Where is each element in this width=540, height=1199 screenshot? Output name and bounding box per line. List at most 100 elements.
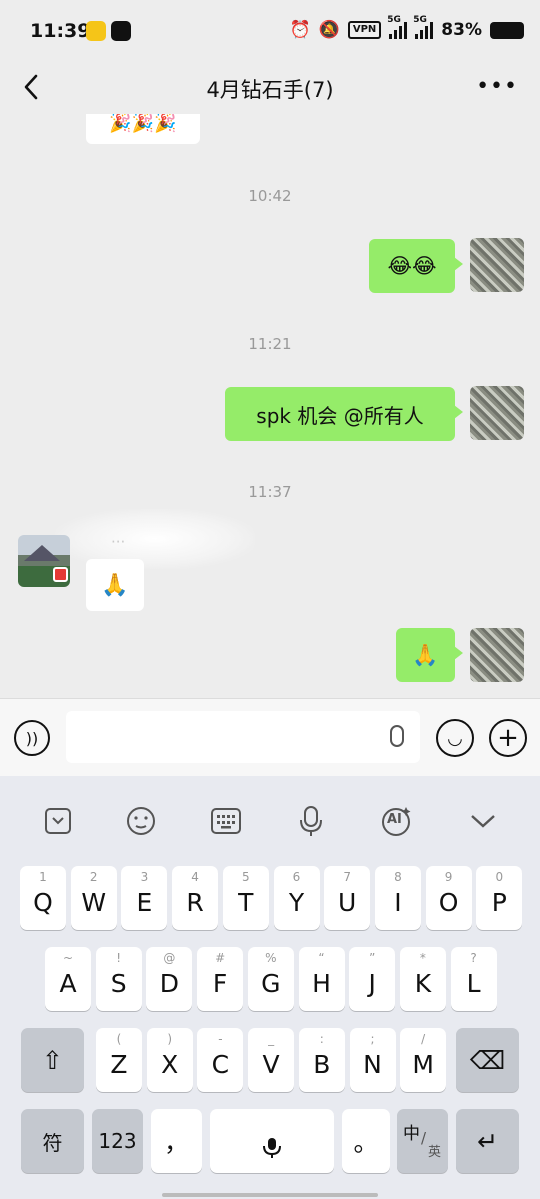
mic-icon[interactable] <box>390 725 404 747</box>
period-key[interactable]: 。 <box>342 1109 390 1173</box>
key-hint: % <box>265 951 277 965</box>
key-label: I <box>394 887 402 917</box>
key-label: S <box>110 968 127 998</box>
ai-icon[interactable]: AI <box>380 804 414 838</box>
battery-icon <box>490 21 524 39</box>
key-hint: 9 <box>444 870 453 884</box>
vpn-badge: VPN <box>347 21 382 39</box>
key-f[interactable]: # F <box>197 947 244 1011</box>
message-bubble-partial[interactable]: 🎉🎉🎉 <box>86 114 200 144</box>
key-i[interactable]: 8I <box>374 866 421 930</box>
key-a[interactable]: ~ A <box>45 947 91 1011</box>
collapse-icon[interactable] <box>41 804 75 838</box>
avatar-me[interactable] <box>470 628 524 682</box>
language-key[interactable]: 中 / 英 <box>397 1109 448 1173</box>
chevron-down-icon[interactable] <box>466 804 500 838</box>
key-q[interactable]: 1Q <box>20 866 66 930</box>
symbol-key[interactable]: 符 <box>21 1109 84 1173</box>
status-bar: 11:39 ⏰ 🔕 VPN 5G 5G 83% <box>0 0 540 62</box>
key-label: G <box>261 968 281 998</box>
key-o[interactable]: 9O <box>425 866 472 930</box>
key-label: Y <box>288 887 305 917</box>
key-e[interactable]: 3E <box>121 866 168 930</box>
key-label: N <box>363 1049 382 1079</box>
key-r[interactable]: 4R <box>172 866 219 930</box>
avatar-me[interactable] <box>470 386 524 440</box>
comma-key[interactable]: ， <box>151 1109 202 1173</box>
enter-key[interactable]: ↵ <box>456 1109 519 1173</box>
key-g[interactable]: % G <box>247 947 294 1011</box>
chat-messages[interactable]: 🎉🎉🎉 10:42 😂😂 11:21 spk 机会 @所有人 11:37 ···… <box>0 114 540 698</box>
key-hint: 7 <box>343 870 351 884</box>
status-time: 11:39 <box>30 20 91 42</box>
key-x[interactable]: ) X <box>146 1028 193 1092</box>
key-t[interactable]: 5T <box>222 866 269 930</box>
key-hint: ) <box>167 1032 173 1046</box>
more-icon[interactable]: ••• <box>476 74 518 99</box>
flag-badge <box>53 567 68 582</box>
key-y[interactable]: 6Y <box>273 866 320 930</box>
key-h[interactable]: “H <box>298 947 345 1011</box>
message-bubble-me[interactable]: 🙏 <box>396 628 463 682</box>
key-label: O <box>438 887 459 917</box>
key-label: D <box>159 968 180 998</box>
key-hint: ( <box>116 1032 122 1046</box>
shift-key[interactable]: ⇧ <box>21 1028 84 1092</box>
input-bar: )) ◡ + <box>0 698 540 776</box>
sender-name-blurred: ··· <box>55 509 255 569</box>
emoji-button[interactable]: ◡ <box>436 719 474 757</box>
key-n[interactable]: ; N <box>349 1028 396 1092</box>
timestamp: 11:21 <box>248 335 292 353</box>
key-label: K <box>414 968 432 998</box>
key-p[interactable]: 0P <box>476 866 523 930</box>
key-v[interactable]: _ V <box>248 1028 295 1092</box>
key-hint: ! <box>116 951 122 965</box>
key-w[interactable]: 2W <box>70 866 117 930</box>
message-bubble-me[interactable]: 😂😂 <box>369 239 463 293</box>
plus-button[interactable]: + <box>489 719 527 757</box>
key-label: E <box>136 887 153 917</box>
key-m[interactable]: / M <box>400 1028 447 1092</box>
key-s[interactable]: ! S <box>95 947 142 1011</box>
key-u[interactable]: 7U <box>324 866 371 930</box>
key-hint: 4 <box>191 870 199 884</box>
key-c[interactable]: -C <box>197 1028 244 1092</box>
key-hint: : <box>319 1032 324 1046</box>
key-z[interactable]: (Z <box>96 1028 142 1092</box>
signal-icon: 5G <box>387 15 408 39</box>
key-label: A <box>59 968 77 998</box>
backspace-key[interactable]: ⌫ <box>456 1028 519 1092</box>
voice-icon: )) <box>25 728 39 748</box>
key-label: M <box>412 1049 434 1079</box>
key-label: V <box>262 1049 280 1079</box>
key-hint: # <box>215 951 226 965</box>
key-k[interactable]: * K <box>399 947 446 1011</box>
soft-keyboard: AI 1Q2W3E4R5T6Y7U8I9O0P ~ A! S @ D # F% G “H” J * K… <box>0 776 540 1199</box>
key-hint: 3 <box>140 870 149 884</box>
message-bubble-other[interactable]: 🙏 <box>86 559 144 611</box>
key-hint: 1 <box>39 870 47 884</box>
key-hint: 6 <box>292 870 301 884</box>
home-indicator <box>162 1193 378 1197</box>
message-bubble-me[interactable]: spk 机会 @所有人 <box>225 387 463 441</box>
battery-percent: 83% <box>441 20 482 40</box>
key-d[interactable]: @ D <box>146 947 193 1011</box>
key-hint: ” <box>369 951 376 965</box>
mic-icon[interactable] <box>294 804 328 838</box>
sticker-icon[interactable] <box>124 804 158 838</box>
space-key[interactable] <box>210 1109 334 1173</box>
keyboard-icon[interactable] <box>209 804 243 838</box>
timestamp: 11:37 <box>248 483 292 501</box>
key-j[interactable]: ” J <box>349 947 396 1011</box>
key-b[interactable]: :B <box>298 1028 345 1092</box>
key-label: Q <box>33 887 53 917</box>
number-key[interactable]: 123 <box>92 1109 143 1173</box>
key-label: U <box>338 887 357 917</box>
key-hint: “ <box>318 951 325 965</box>
app-notification-icon-2 <box>111 21 131 41</box>
avatar-me[interactable] <box>470 238 524 292</box>
message-input[interactable] <box>66 711 420 763</box>
key-hint: 2 <box>89 870 98 884</box>
key-l[interactable]: ? L <box>450 947 497 1011</box>
voice-toggle-button[interactable]: )) <box>14 720 50 756</box>
